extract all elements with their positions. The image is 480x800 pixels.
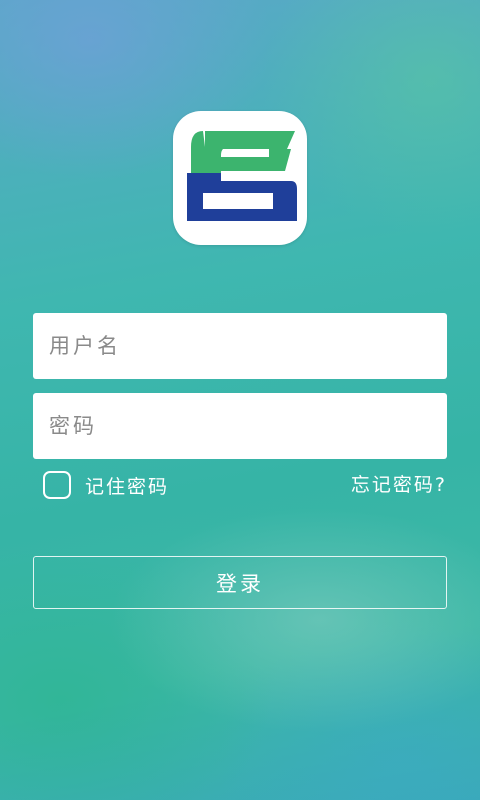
username-field[interactable] [33, 313, 447, 379]
forgot-password-link[interactable]: 忘记密码? [351, 470, 447, 500]
remember-label: 记住密码 [85, 475, 170, 498]
app-logo [173, 111, 307, 245]
username-input[interactable] [33, 313, 447, 379]
login-button[interactable]: 登录 [33, 556, 447, 609]
remember-password-toggle[interactable]: 记住密码 [43, 470, 169, 500]
password-input[interactable] [33, 393, 447, 459]
remember-checkbox[interactable] [43, 471, 71, 499]
app-logo-icon [187, 131, 297, 221]
password-field[interactable] [33, 393, 447, 459]
